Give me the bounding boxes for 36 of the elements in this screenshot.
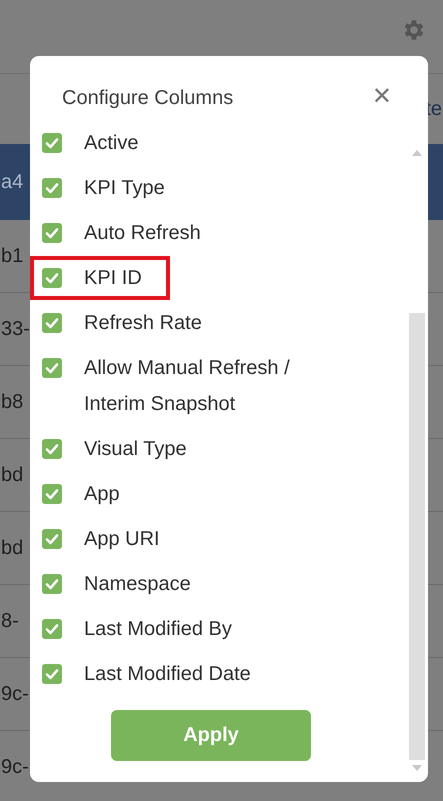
column-label: App bbox=[84, 482, 120, 507]
apply-button[interactable]: Apply bbox=[111, 710, 311, 761]
table-header-cell: a4 bbox=[1, 170, 24, 194]
table-cell: 33- bbox=[1, 318, 30, 340]
table-cell: 9c- bbox=[1, 756, 29, 778]
checkbox[interactable] bbox=[42, 268, 62, 288]
column-label: Last Modified Date bbox=[84, 662, 251, 687]
checkbox[interactable] bbox=[42, 178, 62, 198]
dialog-title: Configure Columns bbox=[62, 86, 234, 110]
checkbox[interactable] bbox=[42, 484, 62, 504]
checkbox[interactable] bbox=[42, 529, 62, 549]
table-cell: 9c- bbox=[1, 682, 29, 706]
column-label: KPI ID bbox=[84, 266, 142, 291]
table-cell: bd bbox=[1, 536, 24, 560]
table-cell: bd bbox=[1, 464, 24, 486]
column-label: Allow Manual Refresh / Interim Snapshot bbox=[84, 356, 291, 417]
column-label: KPI Type bbox=[84, 176, 165, 201]
table-cell: b8 bbox=[1, 390, 24, 414]
column-label: Visual Type bbox=[84, 437, 187, 462]
checkbox[interactable] bbox=[42, 133, 62, 153]
table-cell: 8- bbox=[1, 610, 19, 632]
checkbox[interactable] bbox=[42, 313, 62, 333]
checkbox[interactable] bbox=[42, 664, 62, 684]
column-label: Active bbox=[84, 131, 138, 156]
checkbox[interactable] bbox=[42, 439, 62, 459]
column-label: Auto Refresh bbox=[84, 221, 201, 246]
column-label: Namespace bbox=[84, 572, 191, 597]
column-label: App URI bbox=[84, 527, 160, 552]
close-button[interactable]: ✕ bbox=[372, 82, 392, 110]
column-label: Last Modified By bbox=[84, 617, 232, 642]
checkbox[interactable] bbox=[42, 574, 62, 594]
table-cell: b1 bbox=[1, 244, 24, 268]
checkbox[interactable] bbox=[42, 358, 62, 378]
checkbox[interactable] bbox=[42, 223, 62, 243]
column-label: Refresh Rate bbox=[84, 311, 202, 336]
checkbox[interactable] bbox=[42, 619, 62, 639]
